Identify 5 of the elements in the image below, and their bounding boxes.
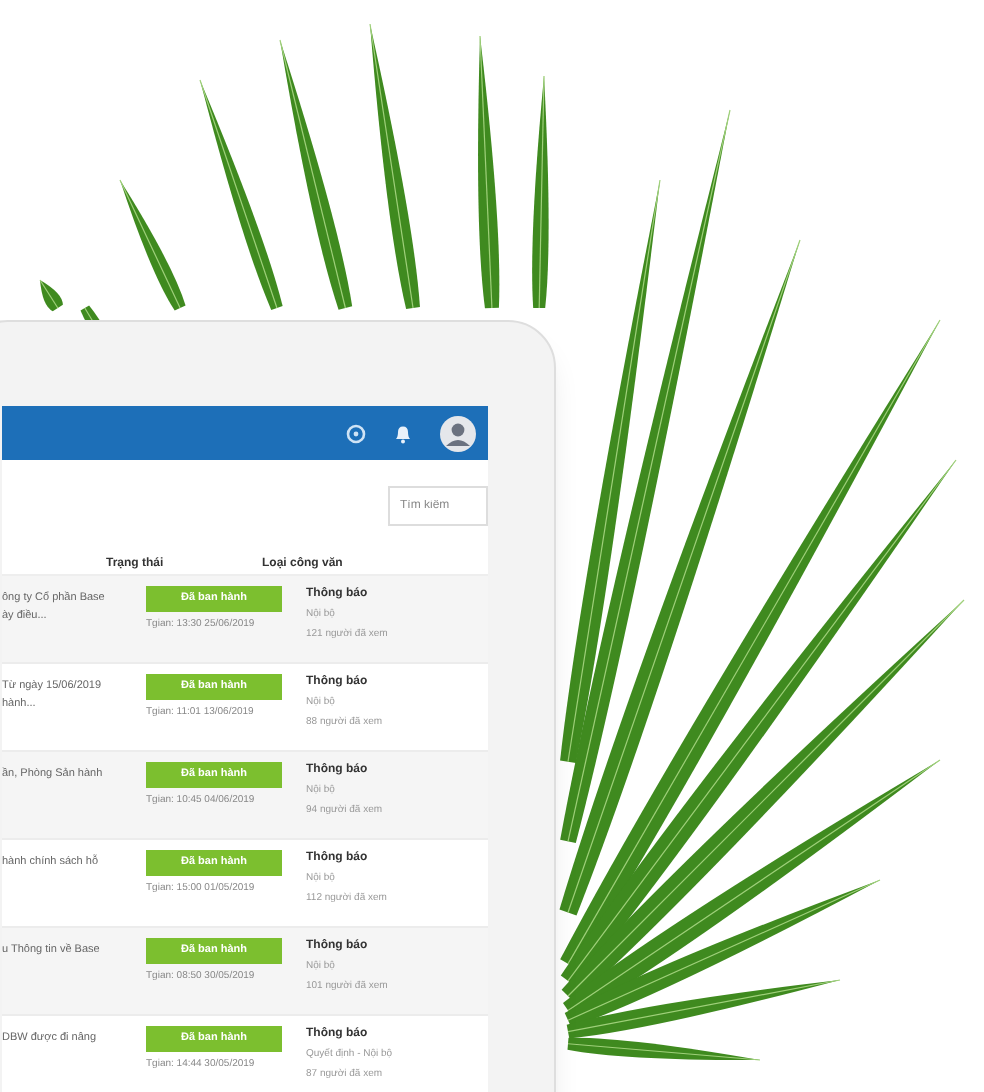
avatar-icon[interactable]: [440, 415, 476, 451]
palm-leaf: [119, 179, 186, 311]
help-icon[interactable]: [346, 423, 366, 443]
palm-leaf: [39, 279, 63, 312]
bell-icon[interactable]: [394, 423, 412, 443]
